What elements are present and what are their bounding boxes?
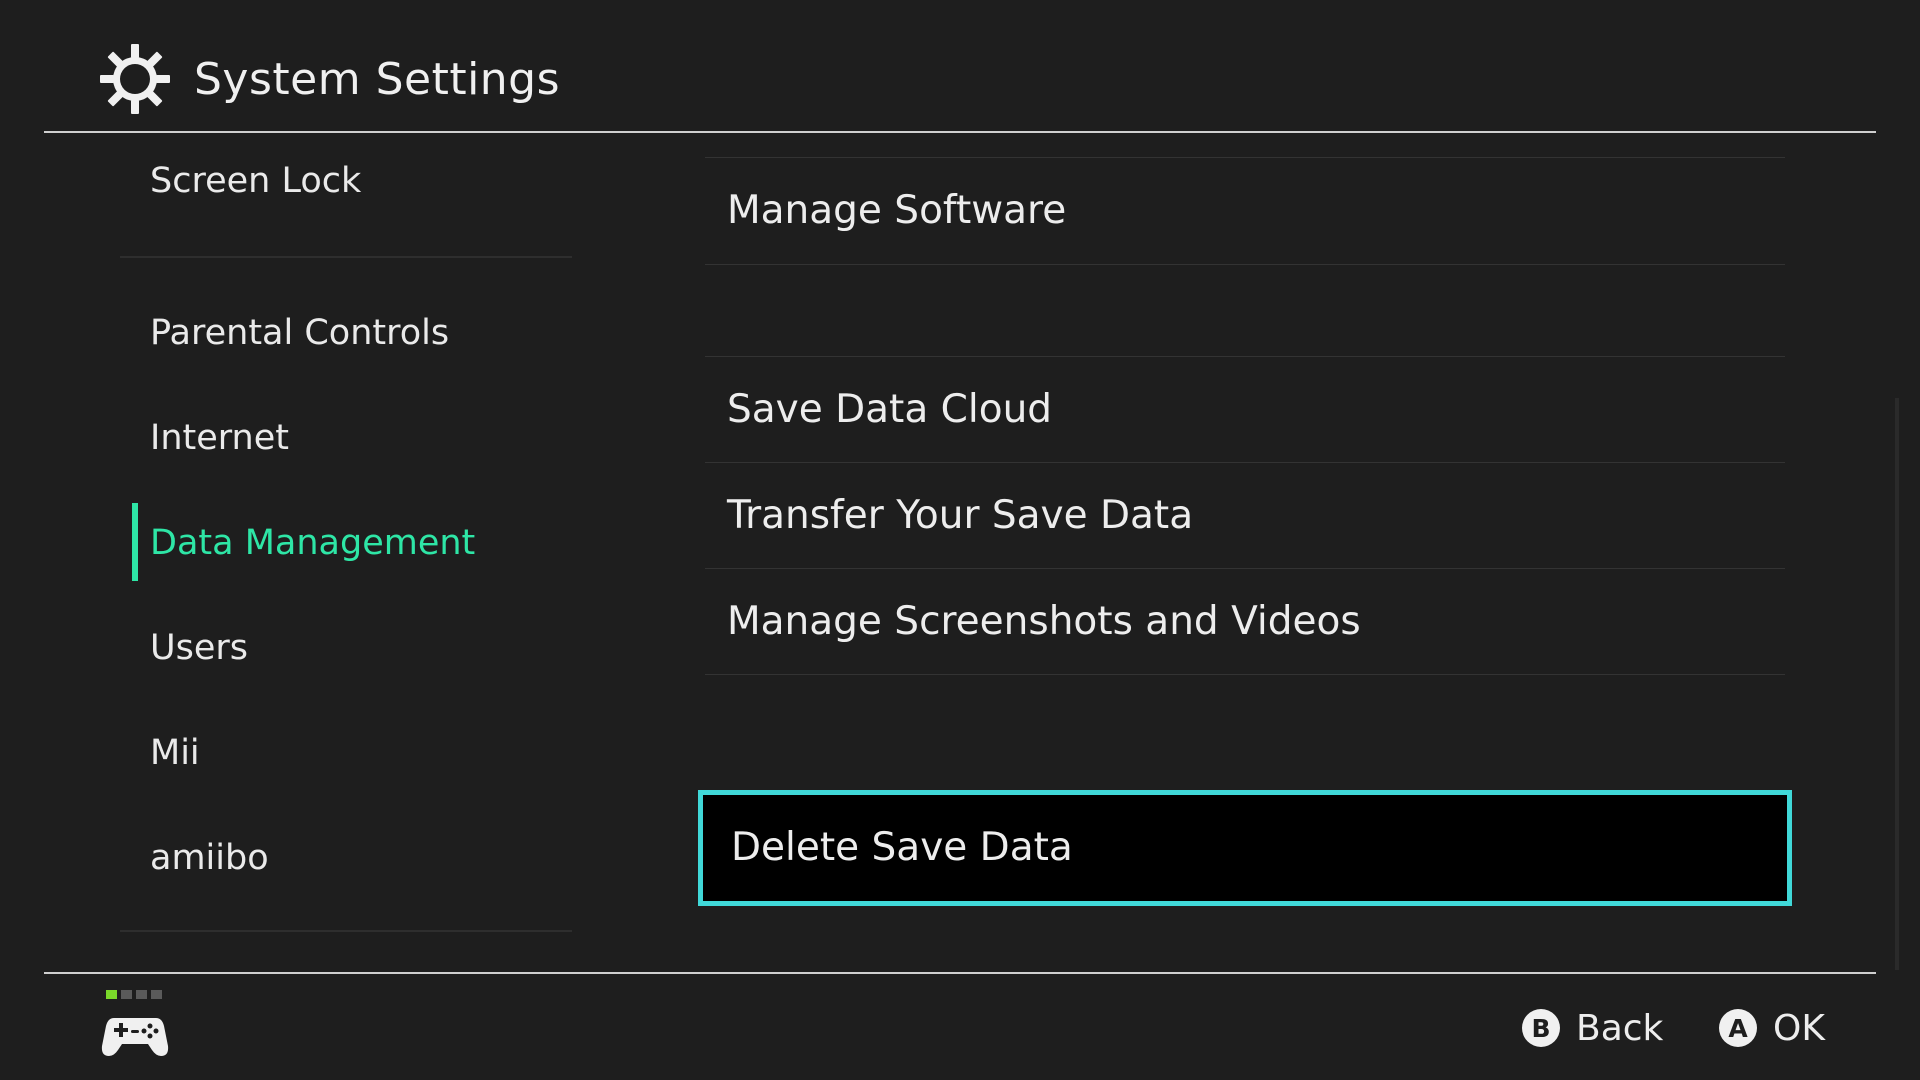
ok-label: OK xyxy=(1773,1007,1825,1049)
sidebar-item-label: Data Management xyxy=(150,523,476,563)
sidebar-item-label: Mii xyxy=(150,733,200,773)
system-settings-screen: System Settings Screen Lock Parental Con… xyxy=(0,0,1920,1080)
list-item-label: Manage Screenshots and Videos xyxy=(727,599,1361,644)
sidebar-divider xyxy=(120,930,572,932)
sidebar: Screen Lock Parental Controls Internet D… xyxy=(120,133,572,973)
back-button[interactable]: B Back xyxy=(1522,1004,1663,1052)
footer-divider xyxy=(44,972,1876,974)
player-dot xyxy=(121,990,132,999)
list-item-label: Delete Save Data xyxy=(731,825,1073,870)
player-dot-active xyxy=(106,990,117,999)
controller-icon xyxy=(101,1018,169,1056)
list-item-save-data-cloud[interactable]: Save Data Cloud xyxy=(705,357,1785,461)
header: System Settings xyxy=(0,0,1920,133)
page-title: System Settings xyxy=(194,54,561,105)
list-item-manage-screenshots[interactable]: Manage Screenshots and Videos xyxy=(705,569,1785,673)
player-indicator xyxy=(106,990,166,1000)
sidebar-item-internet[interactable]: Internet xyxy=(120,416,572,476)
sidebar-item-data-management[interactable]: Data Management xyxy=(120,521,572,581)
sidebar-item-mii[interactable]: Mii xyxy=(120,731,572,791)
player-dot xyxy=(151,990,162,999)
sidebar-item-label: Users xyxy=(150,628,249,668)
gear-icon xyxy=(100,44,170,114)
b-button-icon: B xyxy=(1522,1009,1560,1047)
list-item-label: Manage Software xyxy=(727,188,1067,233)
sidebar-item-screen-lock[interactable]: Screen Lock xyxy=(120,159,572,219)
scrollbar[interactable] xyxy=(1895,398,1899,970)
list-item-label: Save Data Cloud xyxy=(727,387,1053,432)
list-item-delete-save-data[interactable]: Delete Save Data xyxy=(698,790,1792,906)
list-item-label: Transfer Your Save Data xyxy=(727,493,1194,538)
sidebar-item-label: Screen Lock xyxy=(150,161,362,201)
ok-button[interactable]: A OK xyxy=(1719,1004,1825,1052)
sidebar-item-users[interactable]: Users xyxy=(120,626,572,686)
row-divider xyxy=(705,674,1785,675)
list-item-transfer-save-data[interactable]: Transfer Your Save Data xyxy=(705,463,1785,567)
back-label: Back xyxy=(1576,1007,1664,1049)
a-button-icon: A xyxy=(1719,1009,1757,1047)
list-item-manage-software[interactable]: Manage Software xyxy=(705,158,1785,262)
sidebar-item-label: Parental Controls xyxy=(150,313,450,353)
sidebar-item-label: Internet xyxy=(150,418,289,458)
sidebar-item-label: amiibo xyxy=(150,838,269,878)
sidebar-item-amiibo[interactable]: amiibo xyxy=(120,836,572,896)
sidebar-divider xyxy=(120,256,572,258)
player-dot xyxy=(136,990,147,999)
data-management-options: Manage Software Save Data Cloud Transfer… xyxy=(698,133,1792,973)
sidebar-item-parental-controls[interactable]: Parental Controls xyxy=(120,311,572,371)
row-divider xyxy=(705,264,1785,265)
